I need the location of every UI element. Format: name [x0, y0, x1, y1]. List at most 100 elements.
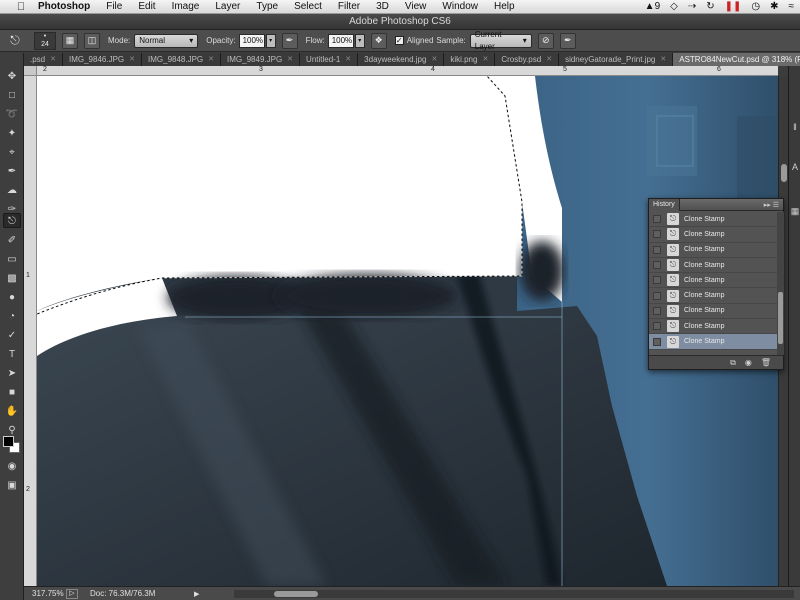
apple-icon[interactable]: : [14, 1, 28, 13]
ignore-adjustment-layers-icon[interactable]: ⊘: [537, 32, 554, 49]
history-state-row[interactable]: ⎋ Clone Stamp: [649, 243, 777, 258]
close-icon[interactable]: ✕: [129, 53, 135, 66]
clone-source-panel-icon[interactable]: ◫: [84, 32, 100, 49]
canvas-horizontal-scrollbar[interactable]: [234, 590, 794, 598]
tab-img-9846[interactable]: IMG_9846.JPG ✕: [63, 53, 143, 66]
lasso-tool-icon[interactable]: ➰: [3, 107, 21, 122]
pressure-opacity-icon[interactable]: ✒: [281, 32, 298, 49]
menu-filter[interactable]: Filter: [330, 0, 368, 14]
horizontal-ruler[interactable]: 2 3 4 5 6: [37, 66, 778, 76]
horizontal-scroll-thumb[interactable]: [274, 591, 318, 597]
tab-sidney-gatorade[interactable]: sidneyGatorade_Print.jpg ✕: [559, 53, 674, 66]
vertical-scroll-thumb[interactable]: [781, 164, 787, 182]
history-brush-source-checkbox[interactable]: [653, 306, 661, 315]
foreground-color-swatch[interactable]: [3, 436, 14, 447]
screen-mode-icon[interactable]: ▣: [3, 478, 21, 493]
tab-psd[interactable]: .psd ✕: [24, 53, 63, 66]
dodge-tool-icon[interactable]: ◔: [3, 309, 21, 324]
brush-preset-picker[interactable]: • 24: [34, 31, 56, 50]
aligned-checkbox[interactable]: ✓: [394, 36, 404, 45]
tab-3dayweekend[interactable]: 3dayweekend.jpg ✕: [358, 53, 445, 66]
marquee-tool-icon[interactable]: □: [3, 88, 21, 103]
delete-state-icon[interactable]: 🗑: [761, 358, 771, 367]
history-brush-source-checkbox[interactable]: [653, 245, 661, 254]
quick-selection-tool-icon[interactable]: ✦: [3, 126, 21, 141]
zoom-level[interactable]: 317.75%: [24, 589, 64, 598]
history-state-row[interactable]: ⎋ Clone Stamp: [649, 212, 777, 228]
history-state-row[interactable]: ⎋ Clone Stamp: [649, 288, 777, 304]
flow-slider-arrow-icon[interactable]: ▾: [354, 33, 365, 48]
history-panel-header[interactable]: History ▸▸ ☰: [649, 198, 783, 211]
history-state-row[interactable]: ⎋ Clone Stamp: [649, 319, 777, 335]
create-snapshot-icon[interactable]: ◉: [745, 358, 752, 367]
tab-kiki[interactable]: kiki.png ✕: [444, 53, 496, 66]
close-icon[interactable]: ✕: [287, 53, 293, 66]
close-icon[interactable]: ✕: [345, 53, 351, 66]
close-icon[interactable]: ✕: [660, 53, 666, 66]
pressure-size-icon[interactable]: ✒: [559, 32, 576, 49]
menu-view[interactable]: View: [397, 0, 435, 14]
pause-icon[interactable]: ❚❚: [725, 0, 742, 14]
menu-select[interactable]: Select: [286, 0, 330, 14]
opacity-slider-arrow-icon[interactable]: ▾: [265, 33, 276, 48]
panel-menu-icon[interactable]: ▸▸ ☰: [764, 201, 779, 209]
bluetooth-status-icon[interactable]: ✱: [770, 0, 778, 14]
history-state-row[interactable]: ⎋ Clone Stamp: [649, 227, 777, 243]
history-brush-source-checkbox[interactable]: [653, 291, 661, 300]
vertical-ruler[interactable]: 1 2: [24, 76, 37, 586]
healing-brush-tool-icon[interactable]: ☁: [3, 183, 21, 198]
layers-panel-icon[interactable]: ▦: [790, 206, 800, 218]
adobe-status-icon[interactable]: ▲9: [645, 0, 660, 14]
tab-img-9849[interactable]: IMG_9849.JPG ✕: [221, 53, 301, 66]
document-profile-icon[interactable]: ▷: [66, 588, 78, 599]
history-brush-source-checkbox[interactable]: [653, 230, 661, 239]
ruler-origin[interactable]: [24, 66, 37, 76]
close-icon[interactable]: ✕: [482, 53, 488, 66]
dropbox-icon[interactable]: ◇: [670, 0, 678, 14]
pen-tool-icon[interactable]: ✓: [3, 328, 21, 343]
sample-select[interactable]: Current Layer ▾: [469, 30, 532, 51]
history-panel-title[interactable]: History: [649, 198, 680, 211]
menu-type[interactable]: Type: [248, 0, 286, 14]
hand-tool-icon[interactable]: ✋: [3, 404, 21, 419]
history-brush-source-checkbox[interactable]: [653, 322, 661, 331]
history-brush-source-checkbox[interactable]: [653, 276, 661, 285]
menu-help[interactable]: Help: [486, 0, 523, 14]
close-icon[interactable]: ✕: [431, 53, 437, 66]
menu-app-name[interactable]: Photoshop: [28, 0, 98, 14]
sync-icon[interactable]: ↻: [706, 0, 714, 14]
blur-tool-icon[interactable]: ●: [3, 290, 21, 305]
history-state-row[interactable]: ⎋ Clone Stamp: [649, 273, 777, 289]
history-state-row[interactable]: ⎋ Clone Stamp: [649, 258, 777, 274]
history-brush-tool-icon[interactable]: ✐: [3, 233, 21, 248]
menu-file[interactable]: File: [98, 0, 130, 14]
history-brush-source-checkbox[interactable]: [653, 337, 661, 346]
history-state-row[interactable]: ⎋ Clone Stamp: [649, 304, 777, 320]
menu-layer[interactable]: Layer: [207, 0, 248, 14]
move-tool-icon[interactable]: ✥: [3, 69, 21, 84]
brush-panel-toggle-icon[interactable]: ▦: [62, 32, 78, 49]
bluetooth-icon[interactable]: ⇢: [688, 0, 696, 14]
crop-tool-icon[interactable]: ⌖: [3, 145, 21, 160]
airbrush-icon[interactable]: ❖: [370, 32, 387, 49]
history-brush-source-checkbox[interactable]: [653, 215, 661, 224]
clone-stamp-tool-icon[interactable]: ⎋: [3, 213, 21, 228]
path-selection-tool-icon[interactable]: ➤: [3, 366, 21, 381]
gradient-tool-icon[interactable]: ▩: [3, 271, 21, 286]
close-icon[interactable]: ✕: [208, 53, 214, 66]
panel-collapse-icon[interactable]: ‖: [790, 122, 800, 134]
history-scrollbar[interactable]: [777, 212, 784, 355]
eraser-tool-icon[interactable]: ▭: [3, 252, 21, 267]
tab-astro84-newcut[interactable]: ASTRO84NewCut.psd @ 318% (RGB/8) *: [673, 53, 800, 66]
type-tool-icon[interactable]: T: [3, 347, 21, 362]
flow-input[interactable]: 100%: [327, 33, 354, 48]
clone-stamp-tool-preset-icon[interactable]: ⎋: [0, 32, 30, 50]
rectangle-tool-icon[interactable]: ■: [3, 385, 21, 400]
character-panel-icon[interactable]: A: [790, 162, 800, 174]
menu-3d[interactable]: 3D: [368, 0, 397, 14]
close-icon[interactable]: ✕: [546, 53, 552, 66]
tab-untitled-1[interactable]: Untitled-1 ✕: [300, 53, 359, 66]
time-machine-icon[interactable]: ◷: [751, 0, 760, 14]
status-menu-arrow-icon[interactable]: ▶: [194, 590, 199, 598]
tab-crosby[interactable]: Crosby.psd ✕: [495, 53, 560, 66]
